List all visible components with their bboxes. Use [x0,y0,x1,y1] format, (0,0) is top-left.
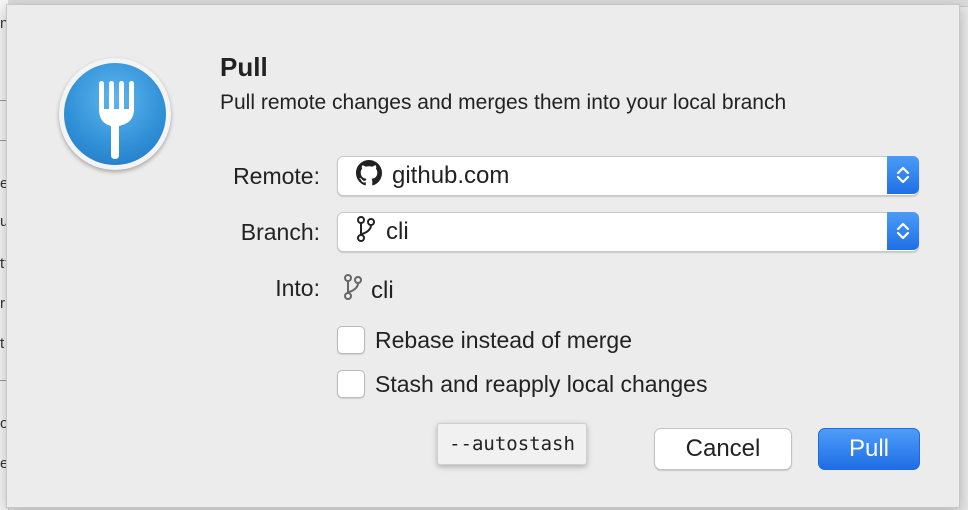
into-target: cli [343,273,394,308]
cancel-button[interactable]: Cancel [654,428,792,470]
autostash-tooltip: --autostash [437,423,587,465]
into-label: Into: [275,275,320,301]
dialog-subtitle: Pull remote changes and merges them into… [220,91,787,114]
stash-checkbox[interactable] [337,370,365,398]
remote-label: Remote: [233,163,320,189]
into-value: cli [371,276,394,304]
github-icon [356,159,382,193]
branch-icon [343,273,363,308]
rebase-label[interactable]: Rebase instead of merge [375,327,632,354]
rebase-option[interactable]: Rebase instead of merge [337,326,632,354]
background-char: r [0,295,5,312]
fork-icon [64,63,166,165]
branch-value: cli [386,218,409,245]
background-char: t [0,255,5,272]
pull-dialog: Pull Pull remote changes and merges them… [6,4,960,508]
stash-option[interactable]: Stash and reapply local changes [337,370,707,398]
background-char: t [0,335,5,352]
dialog-title: Pull [220,52,268,82]
branch-stepper-icon[interactable] [887,212,919,250]
branch-popup[interactable]: cli [337,212,919,252]
app-icon [59,58,171,170]
branch-label: Branch: [240,219,320,245]
remote-popup[interactable]: github.com [337,156,919,196]
stash-label[interactable]: Stash and reapply local changes [375,371,707,398]
branch-icon [356,215,376,250]
remote-value: github.com [392,162,510,189]
pull-button[interactable]: Pull [818,428,920,470]
rebase-checkbox[interactable] [337,326,365,354]
remote-stepper-icon[interactable] [887,156,919,194]
